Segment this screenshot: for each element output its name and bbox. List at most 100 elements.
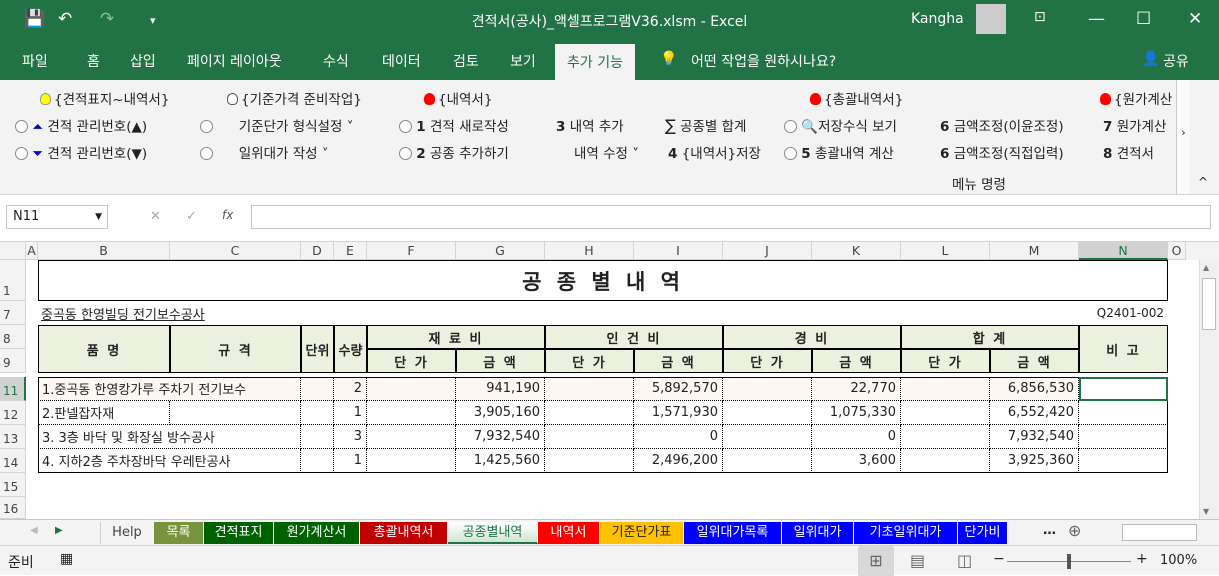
- normal-view-icon[interactable]: ⊞: [858, 546, 894, 576]
- item-material-unit-price[interactable]: [367, 401, 456, 425]
- row-header-1[interactable]: 1: [0, 260, 26, 301]
- item-expense-unit-price[interactable]: [723, 377, 812, 401]
- name-box[interactable]: N11 ▼: [6, 205, 108, 229]
- estimate-no-up-button[interactable]: ⏶ 견적 관리번호(▲): [15, 115, 147, 135]
- item-labor-unit-price[interactable]: [545, 377, 634, 401]
- item-expense-amount[interactable]: 3,600: [812, 449, 901, 473]
- item-spec[interactable]: [170, 401, 301, 425]
- edit-item-button[interactable]: 내역 수정 ˅: [574, 142, 639, 162]
- item-unit[interactable]: [301, 377, 334, 401]
- sheet-tab-2[interactable]: 견적표지: [204, 522, 274, 544]
- sheet-tab-10[interactable]: 기초일위대가: [854, 522, 958, 544]
- item-expense-unit-price[interactable]: [723, 401, 812, 425]
- item-material-amount[interactable]: 941,190: [456, 377, 545, 401]
- prev-sheet-icon[interactable]: ◀: [30, 525, 38, 536]
- item-total-amount[interactable]: 7,932,540: [990, 425, 1079, 449]
- tab-formulas[interactable]: 수식: [323, 51, 349, 71]
- item-expense-amount[interactable]: 22,770: [812, 377, 901, 401]
- unit-cost-create-button[interactable]: 일위대가 작성 ˅: [200, 142, 329, 162]
- item-material-amount[interactable]: 3,905,160: [456, 401, 545, 425]
- column-header-I[interactable]: I: [634, 242, 723, 260]
- sheet-tab-6[interactable]: 내역서: [538, 522, 600, 544]
- zoom-out-icon[interactable]: −: [993, 551, 1005, 567]
- more-sheets-icon[interactable]: …: [1043, 523, 1056, 538]
- item-total-unit-price[interactable]: [901, 377, 990, 401]
- page-layout-view-icon[interactable]: ▤: [910, 551, 925, 570]
- sheet-tab-11[interactable]: 단가비교: [958, 522, 1008, 544]
- zoom-slider-thumb[interactable]: [1067, 554, 1071, 569]
- column-header-L[interactable]: L: [901, 242, 990, 260]
- sheet-tab-4[interactable]: 총괄내역서: [360, 522, 448, 544]
- ribbon-display-icon[interactable]: ⊡: [1034, 9, 1046, 25]
- view-formula-button[interactable]: 🔍저장수식 보기: [784, 115, 897, 135]
- zoom-level[interactable]: 100%: [1160, 553, 1197, 568]
- row-header-9[interactable]: 9: [0, 349, 26, 373]
- item-labor-unit-price[interactable]: [545, 401, 634, 425]
- column-header-D[interactable]: D: [301, 242, 334, 260]
- item-note[interactable]: [1079, 401, 1168, 425]
- share-button[interactable]: 공유: [1163, 51, 1189, 71]
- item-qty[interactable]: 1: [334, 401, 367, 425]
- adjust-profit-button[interactable]: 6 금액조정(이윤조정): [940, 115, 1064, 135]
- item-unit[interactable]: [301, 449, 334, 473]
- row-header-12[interactable]: 12: [0, 401, 26, 425]
- column-header-M[interactable]: M: [990, 242, 1079, 260]
- base-price-format-button[interactable]: 기준단가 형식설정 ˅: [200, 115, 353, 135]
- vertical-scrollbar[interactable]: ▲ ▼: [1199, 260, 1219, 519]
- column-header-C[interactable]: C: [170, 242, 301, 260]
- sheet-tab-7[interactable]: 기준단가표: [600, 522, 684, 544]
- item-material-amount[interactable]: 1,425,560: [456, 449, 545, 473]
- adjust-direct-button[interactable]: 6 금액조정(직접입력): [940, 142, 1064, 162]
- item-unit[interactable]: [301, 425, 334, 449]
- item-unit[interactable]: [301, 401, 334, 425]
- item-expense-unit-price[interactable]: [723, 425, 812, 449]
- new-estimate-button[interactable]: 1 견적 새로작성: [399, 115, 509, 135]
- item-qty[interactable]: 3: [334, 425, 367, 449]
- item-total-amount[interactable]: 3,925,360: [990, 449, 1079, 473]
- item-labor-amount[interactable]: 2,496,200: [634, 449, 723, 473]
- item-name[interactable]: 1.중곡동 한영캉가루 주차기 전기보수: [38, 377, 301, 401]
- item-expense-unit-price[interactable]: [723, 449, 812, 473]
- column-header-N[interactable]: N: [1079, 242, 1168, 260]
- sheet-tab-8[interactable]: 일위대가목록: [684, 522, 782, 544]
- macro-record-icon[interactable]: ▦: [60, 551, 73, 567]
- minimize-icon[interactable]: —: [1088, 9, 1105, 29]
- item-labor-amount[interactable]: 1,571,930: [634, 401, 723, 425]
- save-details-button[interactable]: 4 {내역서}저장: [668, 142, 761, 162]
- column-header-B[interactable]: B: [38, 242, 170, 260]
- tab-page-layout[interactable]: 페이지 레이아웃: [187, 51, 282, 71]
- item-name[interactable]: 4. 지하2층 주차장바닥 우레탄공사: [38, 449, 301, 473]
- sheet-tab-3[interactable]: 원가계산서: [274, 522, 360, 544]
- item-total-amount[interactable]: 6,856,530: [990, 377, 1079, 401]
- item-qty[interactable]: 2: [334, 377, 367, 401]
- item-labor-amount[interactable]: 5,892,570: [634, 377, 723, 401]
- item-qty[interactable]: 1: [334, 449, 367, 473]
- collapse-ribbon-icon[interactable]: ^: [1198, 175, 1208, 189]
- row-header-11[interactable]: 11: [0, 377, 26, 401]
- tab-data[interactable]: 데이터: [382, 51, 421, 71]
- item-total-amount[interactable]: 6,552,420: [990, 401, 1079, 425]
- select-all[interactable]: [0, 242, 26, 260]
- column-header-J[interactable]: J: [723, 242, 812, 260]
- tab-insert[interactable]: 삽입: [130, 51, 156, 71]
- tab-add-ins[interactable]: 추가 기능: [555, 44, 635, 80]
- share-icon[interactable]: 👤: [1142, 51, 1159, 67]
- tab-home[interactable]: 홈: [87, 51, 100, 71]
- tell-me-search[interactable]: 어떤 작업을 원하시나요?: [691, 51, 836, 71]
- ribbon-scroll-right[interactable]: ›: [1176, 80, 1190, 194]
- row-header-7[interactable]: 7: [0, 301, 26, 325]
- estimate-button[interactable]: 8 견적서: [1103, 142, 1175, 162]
- summary-calc-button[interactable]: 5 총괄내역 계산: [784, 142, 894, 162]
- item-total-unit-price[interactable]: [901, 401, 990, 425]
- item-total-unit-price[interactable]: [901, 425, 990, 449]
- formula-input[interactable]: [251, 205, 1211, 229]
- tab-file[interactable]: 파일: [22, 51, 48, 71]
- item-expense-amount[interactable]: 0: [812, 425, 901, 449]
- sheet-tab-0[interactable]: Help: [100, 522, 154, 544]
- trade-total-button[interactable]: ∑ 공종별 합계: [665, 115, 746, 135]
- close-icon[interactable]: ✕: [1188, 9, 1202, 29]
- row-header-15[interactable]: 15: [0, 473, 26, 497]
- row-header-13[interactable]: 13: [0, 425, 26, 449]
- item-note[interactable]: [1079, 425, 1168, 449]
- column-header-A[interactable]: A: [26, 242, 38, 260]
